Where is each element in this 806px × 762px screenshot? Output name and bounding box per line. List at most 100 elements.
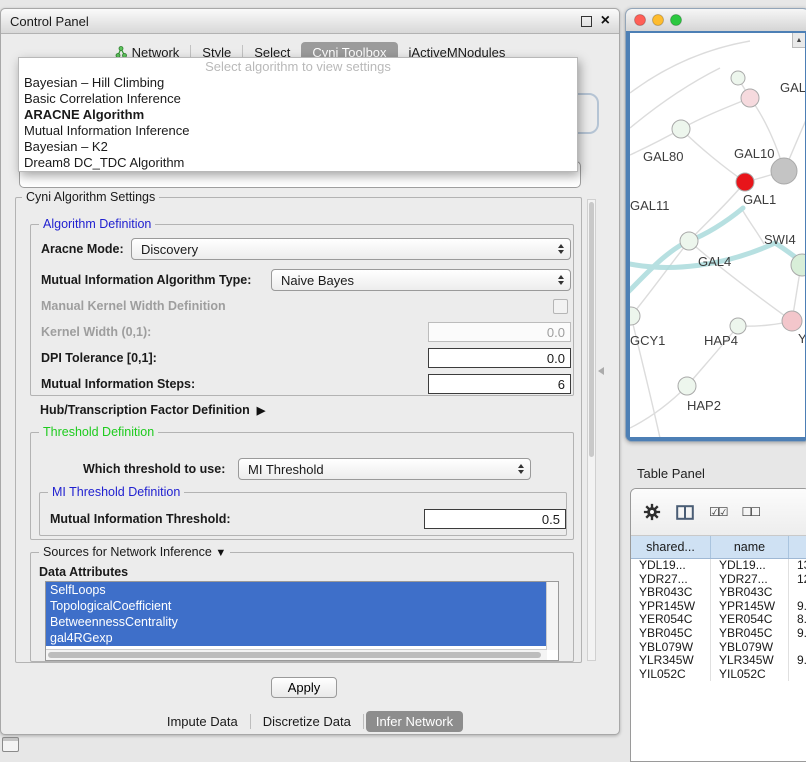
attribute-item-selected[interactable]: TopologicalCoefficient: [46, 598, 546, 614]
cyni-settings-legend: Cyni Algorithm Settings: [22, 190, 159, 205]
mi-type-label: Mutual Information Algorithm Type:: [41, 269, 251, 291]
table-row[interactable]: YDL19...YDL19...13: [631, 559, 806, 573]
network-node[interactable]: [782, 311, 802, 331]
splitter-collapse-icon[interactable]: [598, 367, 604, 375]
attribute-item-selected[interactable]: gal4RGexp: [46, 630, 546, 646]
mi-type-value: Naive Bayes: [281, 273, 354, 288]
dropdown-placeholder[interactable]: Select algorithm to view settings: [19, 58, 577, 75]
node-label: GCY1: [630, 333, 665, 348]
tab-infer-network[interactable]: Infer Network: [366, 711, 463, 732]
minimize-window-icon[interactable]: [653, 15, 664, 26]
manual-kernel-checkbox[interactable]: [553, 299, 568, 314]
dropdown-item[interactable]: Bayesian – K2: [19, 139, 577, 155]
table-row[interactable]: YBR045CYBR045C9.: [631, 627, 806, 641]
checked-boxes-icon[interactable]: ☑☑: [709, 505, 727, 519]
hub-section-toggle[interactable]: Hub/Transcription Factor Definition ▶: [40, 401, 265, 419]
table-header-shared[interactable]: shared...: [631, 536, 711, 558]
table-header-col3[interactable]: [789, 536, 806, 558]
float-window-icon[interactable]: [581, 16, 592, 27]
algorithm-definition-legend: Algorithm Definition: [39, 217, 155, 232]
attribute-item-selected[interactable]: BetweennessCentrality: [46, 614, 546, 630]
settings-scrollbar[interactable]: [587, 199, 596, 661]
highlighted-edges: [630, 208, 805, 295]
dropdown-item[interactable]: Mutual Information Inference: [19, 123, 577, 139]
hub-section-label: Hub/Transcription Factor Definition: [40, 403, 250, 417]
network-node-highlighted[interactable]: [736, 173, 754, 191]
window-controls: ×: [581, 13, 610, 29]
close-panel-icon[interactable]: ×: [601, 13, 610, 29]
collapse-down-icon: ▼: [215, 547, 226, 559]
network-node[interactable]: [680, 232, 698, 250]
list-horizontal-scrollbar[interactable]: [46, 649, 547, 660]
network-node[interactable]: [771, 158, 797, 184]
close-window-icon[interactable]: [635, 15, 646, 26]
desktop: Control Panel × Network Style Select: [0, 0, 806, 762]
expand-right-icon: ▶: [257, 404, 265, 417]
tab-separator: [363, 714, 364, 729]
node-labels: GAL GAL80 GAL10 GAL11 GAL1 SWI4 GAL4 GCY…: [630, 80, 805, 413]
kernel-width-field: 0.0: [428, 322, 571, 342]
node-label: Y: [798, 331, 805, 346]
node-label: HAP2: [687, 398, 721, 413]
network-node[interactable]: [678, 377, 696, 395]
network-node[interactable]: [630, 307, 640, 325]
table-row[interactable]: YBR043CYBR043C: [631, 586, 806, 600]
node-label: GAL10: [734, 146, 774, 161]
network-node[interactable]: [672, 120, 690, 138]
network-view-window: GAL GAL80 GAL10 GAL11 GAL1 SWI4 GAL4 GCY…: [625, 8, 806, 442]
table-panel-window: ☑☑ ☐☐ shared... name YDL19...YDL19...13 …: [630, 488, 806, 762]
algorithm-definition-group: Algorithm Definition Aracne Mode: Discov…: [30, 224, 574, 396]
scrollbar-thumb[interactable]: [589, 202, 594, 457]
node-label: GAL4: [698, 254, 731, 269]
network-node[interactable]: [741, 89, 759, 107]
control-panel-titlebar[interactable]: Control Panel ×: [1, 9, 619, 34]
cyni-bottom-tabs: Impute Data Discretize Data Infer Networ…: [1, 709, 619, 733]
table-row[interactable]: YER054CYER054C8.: [631, 613, 806, 627]
network-window-titlebar[interactable]: [626, 9, 806, 32]
node-label: GAL80: [643, 149, 683, 164]
sources-legend[interactable]: Sources for Network Inference ▼: [39, 545, 230, 561]
apply-button[interactable]: Apply: [271, 677, 337, 698]
node-label: HAP4: [704, 333, 738, 348]
mi-threshold-definition-group: MI Threshold Definition Mutual Informati…: [39, 492, 567, 536]
mi-threshold-field[interactable]: 0.5: [424, 509, 566, 529]
table-header-name[interactable]: name: [711, 536, 789, 558]
network-scroll-up-button[interactable]: ▲: [792, 33, 805, 48]
dropdown-item-selected[interactable]: ARACNE Algorithm: [19, 107, 577, 123]
data-attributes-label: Data Attributes: [39, 561, 128, 583]
table-row[interactable]: YDR27...YDR27...12: [631, 573, 806, 587]
mi-steps-field[interactable]: 6: [428, 374, 571, 394]
node-label: GAL11: [630, 198, 670, 213]
columns-icon[interactable]: [676, 505, 694, 520]
aracne-mode-select[interactable]: Discovery: [131, 238, 571, 260]
control-panel-title: Control Panel: [10, 14, 89, 29]
mi-algorithm-type-select[interactable]: Naive Bayes: [271, 269, 571, 291]
which-threshold-value: MI Threshold: [248, 462, 324, 477]
zoom-window-icon[interactable]: [671, 15, 682, 26]
threshold-definition-group: Threshold Definition Which threshold to …: [30, 432, 574, 540]
list-vertical-scrollbar[interactable]: [546, 582, 558, 650]
dpi-tolerance-field[interactable]: 0.0: [428, 348, 571, 368]
table-row[interactable]: YLR345WYLR345W9.: [631, 654, 806, 668]
which-threshold-select[interactable]: MI Threshold: [238, 458, 531, 480]
dropdown-item[interactable]: Basic Correlation Inference: [19, 91, 577, 107]
tab-impute-data[interactable]: Impute Data: [157, 711, 248, 732]
attribute-item-selected[interactable]: SelfLoops: [46, 582, 546, 598]
table-row[interactable]: YBL079WYBL079W: [631, 641, 806, 655]
combo-arrows-icon: [518, 464, 524, 474]
scrollbar-thumb[interactable]: [48, 652, 541, 659]
table-row[interactable]: YIL052CYIL052C: [631, 668, 806, 682]
dropdown-item[interactable]: Dream8 DC_TDC Algorithm: [19, 155, 577, 171]
table-row[interactable]: YPR145WYPR145W9.: [631, 600, 806, 614]
network-canvas[interactable]: GAL GAL80 GAL10 GAL11 GAL1 SWI4 GAL4 GCY…: [630, 33, 805, 437]
network-node[interactable]: [730, 318, 746, 334]
unchecked-boxes-icon[interactable]: ☐☐: [742, 505, 760, 519]
gear-icon[interactable]: [643, 503, 661, 521]
minimized-panel-icon[interactable]: [2, 737, 19, 752]
network-canvas-frame: GAL GAL80 GAL10 GAL11 GAL1 SWI4 GAL4 GCY…: [626, 31, 806, 441]
network-node[interactable]: [731, 71, 745, 85]
dropdown-item[interactable]: Bayesian – Hill Climbing: [19, 75, 577, 91]
tab-discretize-data[interactable]: Discretize Data: [253, 711, 361, 732]
tab-separator: [250, 714, 251, 729]
data-attributes-list[interactable]: SelfLoops TopologicalCoefficient Between…: [45, 581, 559, 661]
